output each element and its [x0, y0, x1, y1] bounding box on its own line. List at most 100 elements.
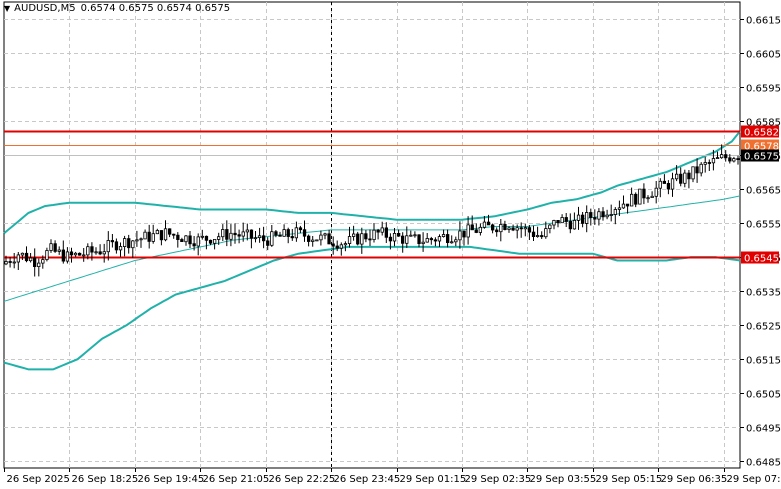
candle-body [298, 227, 303, 231]
candle-body [495, 229, 499, 233]
candle-body [540, 235, 544, 238]
candle-body [470, 224, 474, 231]
candle-body [323, 233, 327, 236]
candle-body [576, 214, 581, 221]
candle-body [601, 211, 605, 218]
candle-body [98, 251, 102, 255]
candle-body [33, 257, 37, 268]
candle-body [466, 224, 470, 238]
candle-body [94, 251, 98, 254]
candle-body [638, 188, 642, 205]
time-tick-label: 26 Sep 19:45 [138, 474, 205, 485]
candle-body [556, 219, 560, 223]
level-price-label: 0.6545 [744, 254, 779, 265]
candle-body [413, 234, 417, 237]
candle-body [454, 239, 458, 243]
trading-chart[interactable]: 0.66150.66050.65950.65850.65750.65650.65… [0, 0, 781, 489]
symbol-timeframe: AUDUSD,M5 [14, 3, 76, 14]
candle-body [282, 229, 286, 237]
candle-body [339, 244, 344, 249]
price-tick-label: 0.6615 [746, 16, 781, 27]
candle-body [82, 254, 86, 257]
candle-body [151, 233, 155, 242]
candle-body [229, 232, 233, 240]
candle-body [208, 239, 213, 244]
candle-body [658, 180, 662, 189]
candle-body [86, 246, 90, 256]
candle-body [364, 233, 368, 240]
candle-body [110, 240, 114, 243]
candle-body [691, 166, 695, 180]
candle-body [695, 166, 699, 174]
price-tick-label: 0.6505 [746, 390, 781, 401]
candle-body [241, 231, 245, 237]
candle-body [703, 162, 707, 165]
candle-body [429, 238, 434, 241]
price-tick-label: 0.6535 [746, 288, 781, 299]
candle-body [617, 207, 622, 210]
candle-body [400, 235, 405, 244]
candle-body [646, 197, 650, 200]
candle-body [4, 261, 8, 265]
candle-body [417, 234, 421, 245]
candle-body [392, 232, 397, 242]
candle-body [720, 154, 724, 159]
candle-body [204, 235, 209, 241]
candle-body [544, 228, 548, 238]
candle-body [143, 231, 147, 240]
candle-body [536, 235, 540, 238]
ohlc-values: 0.6574 0.6575 0.6574 0.6575 [80, 3, 231, 14]
candle-body [53, 243, 57, 252]
candle-body [527, 227, 532, 233]
price-chart-canvas[interactable]: 0.66150.66050.65950.65850.65750.65650.65… [0, 0, 781, 489]
candle-body [24, 252, 29, 262]
candle-body [118, 246, 123, 251]
candle-body [270, 231, 274, 246]
plot-area[interactable] [3, 1, 741, 469]
candle-body [511, 227, 515, 231]
candle-body [531, 231, 536, 238]
candle-body [642, 188, 646, 199]
candle-body [405, 235, 409, 244]
candle-body [368, 238, 372, 241]
candle-body [396, 232, 401, 237]
candle-body [131, 240, 135, 249]
candle-body [180, 239, 184, 242]
candle-body [155, 230, 160, 235]
candle-body [176, 234, 180, 240]
level-price-label: 0.6582 [744, 128, 779, 139]
candle-body [192, 243, 196, 247]
candle-body [196, 236, 200, 247]
candle-body [306, 235, 311, 242]
candle-body [356, 233, 360, 245]
candle-body [286, 229, 290, 237]
candle-body [37, 262, 41, 268]
candle-body [666, 182, 671, 190]
candle-body [683, 172, 687, 184]
time-tick-label: 26 Sep 22:25 [269, 474, 336, 485]
time-tick-label: 29 Sep 02:35 [465, 474, 532, 485]
candle-body [102, 251, 106, 255]
price-tick-label: 0.6595 [746, 84, 781, 95]
candle-body [335, 245, 339, 249]
candle-body [163, 228, 168, 241]
time-tick-label: 29 Sep 06:35 [661, 474, 728, 485]
candle-body [699, 163, 703, 174]
candle-body [490, 224, 495, 231]
candle-body [290, 236, 294, 239]
candle-body [12, 261, 16, 264]
candle-body [253, 237, 258, 240]
time-tick-label: 29 Sep 05:15 [596, 474, 663, 485]
candle-body [589, 212, 593, 218]
candle-body [278, 234, 282, 237]
candle-body [572, 219, 577, 230]
candle-body [523, 227, 527, 230]
candle-body [249, 229, 254, 239]
candle-body [707, 162, 711, 164]
dropdown-triangle-icon[interactable]: ▼ [4, 4, 10, 13]
candle-body [216, 236, 221, 240]
candle-body [458, 230, 462, 241]
candle-body [188, 235, 192, 245]
candle-body [437, 236, 442, 242]
candle-body [315, 239, 319, 242]
